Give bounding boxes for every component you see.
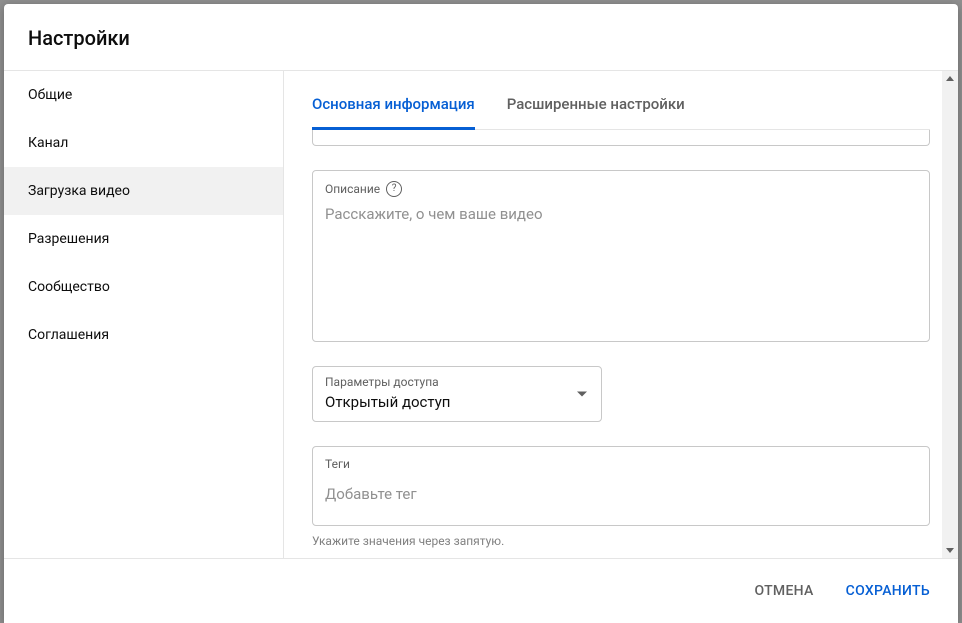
sidebar-item-channel[interactable]: Канал [4, 119, 283, 167]
help-icon[interactable]: ? [386, 181, 402, 197]
sidebar-item-agreements[interactable]: Соглашения [4, 311, 283, 359]
tags-helper-text: Укажите значения через запятую. [312, 534, 930, 548]
settings-sidebar: Общие Канал Загрузка видео Разрешения Со… [4, 71, 284, 558]
settings-modal: Настройки Общие Канал Загрузка видео Раз… [4, 4, 958, 623]
cancel-button[interactable]: ОТМЕНА [750, 575, 817, 607]
tab-label: Расширенные настройки [507, 95, 685, 113]
scroll-up-icon[interactable] [942, 71, 958, 87]
sidebar-item-general[interactable]: Общие [4, 71, 283, 119]
tab-basic-info[interactable]: Основная информация [312, 95, 475, 130]
sidebar-item-label: Канал [28, 135, 68, 151]
content-wrap: Основная информация Расширенные настройк… [284, 71, 958, 558]
tags-label-text: Теги [325, 457, 350, 471]
description-label-text: Описание [325, 182, 380, 196]
visibility-label: Параметры доступа [325, 375, 589, 389]
chevron-down-icon [577, 392, 587, 397]
modal-header: Настройки [4, 4, 958, 71]
sidebar-item-label: Общие [28, 87, 72, 103]
sidebar-item-label: Соглашения [28, 327, 109, 343]
modal-title: Настройки [28, 26, 934, 50]
tabs: Основная информация Расширенные настройк… [312, 71, 930, 130]
visibility-select[interactable]: Параметры доступа Открытый доступ [312, 366, 602, 422]
sidebar-item-label: Разрешения [28, 231, 109, 247]
tags-input[interactable] [325, 485, 917, 509]
modal-footer: ОТМЕНА СОХРАНИТЬ [4, 558, 958, 623]
description-input[interactable] [325, 205, 917, 325]
save-button[interactable]: СОХРАНИТЬ [842, 575, 934, 607]
tags-label: Теги [325, 457, 917, 471]
sidebar-item-community[interactable]: Сообщество [4, 263, 283, 311]
scrollbar[interactable] [942, 71, 958, 558]
sidebar-item-label: Загрузка видео [28, 183, 130, 199]
visibility-value: Открытый доступ [325, 393, 589, 411]
description-label: Описание ? [325, 181, 917, 197]
scroll-down-icon[interactable] [942, 542, 958, 558]
sidebar-item-permissions[interactable]: Разрешения [4, 215, 283, 263]
modal-body: Общие Канал Загрузка видео Разрешения Со… [4, 71, 958, 558]
title-field-bottom-edge [312, 130, 930, 146]
tags-field[interactable]: Теги [312, 446, 930, 526]
sidebar-item-upload-defaults[interactable]: Загрузка видео [4, 167, 283, 215]
tab-label: Основная информация [312, 95, 475, 113]
sidebar-item-label: Сообщество [28, 279, 110, 295]
settings-content[interactable]: Основная информация Расширенные настройк… [284, 71, 958, 558]
description-field[interactable]: Описание ? [312, 170, 930, 342]
tab-advanced-settings[interactable]: Расширенные настройки [507, 95, 685, 130]
